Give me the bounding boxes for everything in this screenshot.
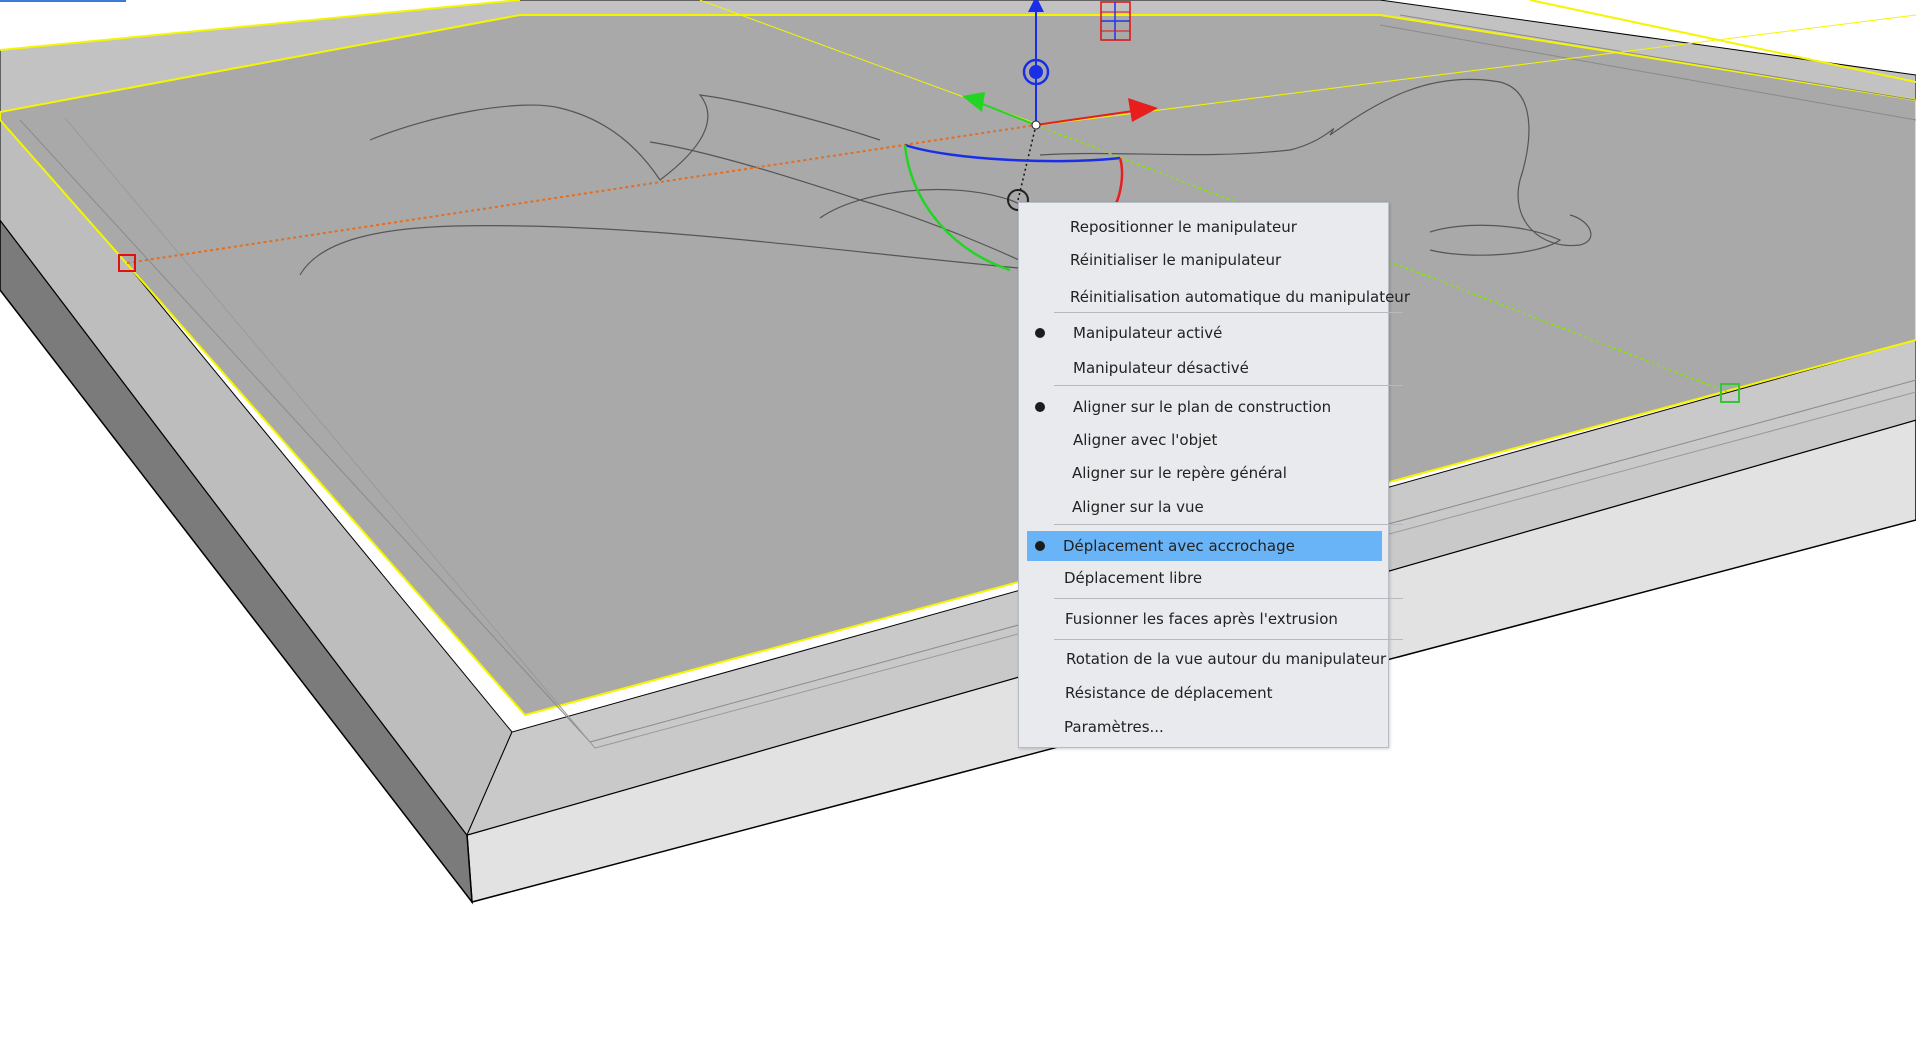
menu-item-label: Aligner sur le plan de construction (1073, 398, 1332, 416)
radio-selected-icon (1035, 328, 1045, 338)
menu-item-rotate-view[interactable]: Rotation de la vue autour du manipulateu… (1027, 644, 1386, 674)
menu-item-merge-faces[interactable]: Fusionner les faces après l'extrusion (1027, 604, 1382, 634)
menu-item-snappy-drag[interactable]: Déplacement avec accrochage (1027, 531, 1382, 561)
menu-item-label: Aligner avec l'objet (1073, 431, 1218, 449)
menu-item-align-world[interactable]: Aligner sur le repère général (1027, 458, 1382, 488)
menu-item-label: Aligner sur la vue (1072, 498, 1204, 516)
radio-selected-icon (1035, 541, 1045, 551)
menu-separator (1054, 598, 1403, 599)
menu-item-label: Fusionner les faces après l'extrusion (1065, 610, 1338, 628)
menu-item-label: Repositionner le manipulateur (1070, 218, 1297, 236)
radio-selected-icon (1035, 402, 1045, 412)
menu-item-align-cplane[interactable]: Aligner sur le plan de construction (1027, 392, 1382, 422)
menu-item-align-object[interactable]: Aligner avec l'objet (1027, 425, 1382, 455)
menu-item-free-drag[interactable]: Déplacement libre (1027, 563, 1382, 593)
menu-item-label: Paramètres... (1064, 718, 1164, 736)
menu-item-label: Réinitialisation automatique du manipula… (1070, 288, 1410, 306)
menu-item-drag-strength[interactable]: Résistance de déplacement (1027, 678, 1382, 708)
menu-item-label: Réinitialiser le manipulateur (1070, 251, 1282, 269)
menu-separator (1054, 639, 1403, 640)
3d-viewport[interactable]: Repositionner le manipulateur Réinitiali… (0, 0, 1916, 1051)
menu-item-auto-reset[interactable]: Réinitialisation automatique du manipula… (1027, 282, 1410, 312)
menu-separator (1054, 385, 1403, 386)
menu-item-label: Aligner sur le repère général (1072, 464, 1287, 482)
menu-item-label: Déplacement avec accrochage (1063, 537, 1295, 555)
menu-item-label: Rotation de la vue autour du manipulateu… (1066, 650, 1387, 668)
menu-item-reset[interactable]: Réinitialiser le manipulateur (1027, 245, 1382, 275)
menu-item-label: Déplacement libre (1064, 569, 1203, 587)
menu-item-label: Résistance de déplacement (1065, 684, 1273, 702)
menu-item-gumball-off[interactable]: Manipulateur désactivé (1027, 353, 1382, 383)
menu-separator (1054, 312, 1403, 313)
menu-item-settings[interactable]: Paramètres... (1027, 712, 1382, 742)
menu-item-reposition[interactable]: Repositionner le manipulateur (1027, 212, 1382, 242)
gumball-context-menu: Repositionner le manipulateur Réinitiali… (1018, 202, 1410, 748)
menu-separator (1054, 524, 1403, 525)
menu-item-gumball-on[interactable]: Manipulateur activé (1027, 318, 1382, 348)
menu-item-align-view[interactable]: Aligner sur la vue (1027, 492, 1382, 522)
menu-item-label: Manipulateur désactivé (1073, 359, 1249, 377)
model-scene[interactable] (0, 0, 1916, 1051)
menu-item-label: Manipulateur activé (1073, 324, 1223, 342)
